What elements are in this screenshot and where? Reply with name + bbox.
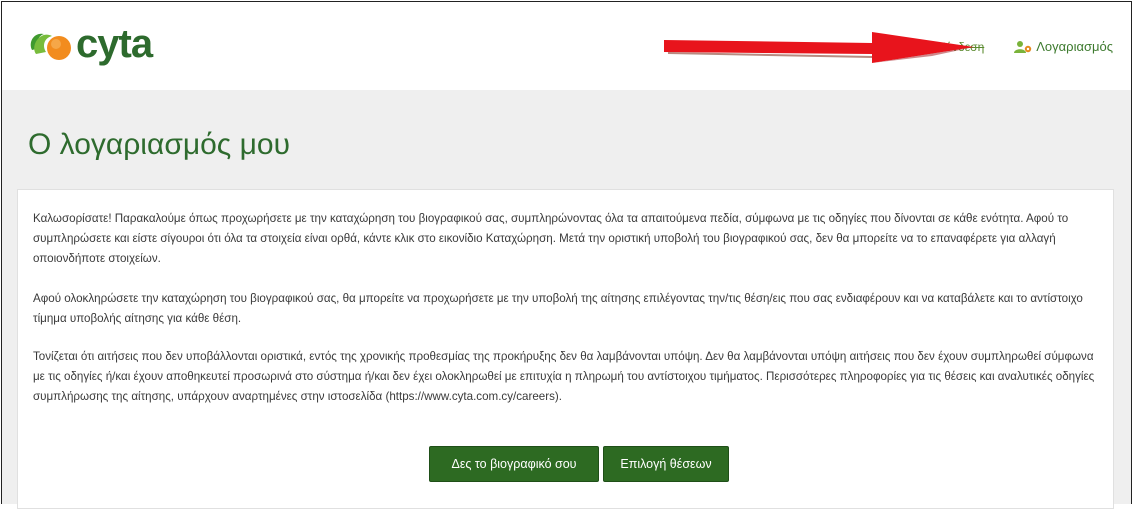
action-buttons: Δες το βιογραφικό σου Επιλογή θέσεων <box>429 446 729 482</box>
select-positions-button[interactable]: Επιλογή θέσεων <box>603 446 729 482</box>
cyta-logo-icon <box>30 33 71 60</box>
page-title: Ο λογαριασμός μου <box>28 128 290 161</box>
welcome-panel: Καλωσορίσατε! Παρακαλούμε όπως προχωρήσε… <box>17 189 1114 509</box>
red-arrow-annotation <box>664 32 974 63</box>
account-label: Λογαριασμός <box>1036 39 1113 54</box>
application-paragraph: Αφού ολοκληρώσετε την καταχώρηση του βιο… <box>33 292 1083 325</box>
welcome-paragraph: Καλωσορίσατε! Παρακαλούμε όπως προχωρήσε… <box>33 212 1069 265</box>
logo-text: cyta <box>76 22 153 66</box>
top-navbar: cyta Σύνδεση Λογαριασμός <box>2 2 1131 91</box>
main-content: Ο λογαριασμός μου Καλωσορίσατε! Παρακαλο… <box>2 90 1131 509</box>
notice-paragraph: Τονίζεται ότι αιτήσεις που δεν υποβάλλον… <box>33 350 1095 403</box>
account-link[interactable]: Λογαριασμός <box>1014 39 1113 54</box>
view-cv-button[interactable]: Δες το βιογραφικό σου <box>429 446 599 482</box>
cyta-logo[interactable]: cyta <box>26 22 153 66</box>
user-account-icon <box>1014 40 1032 53</box>
